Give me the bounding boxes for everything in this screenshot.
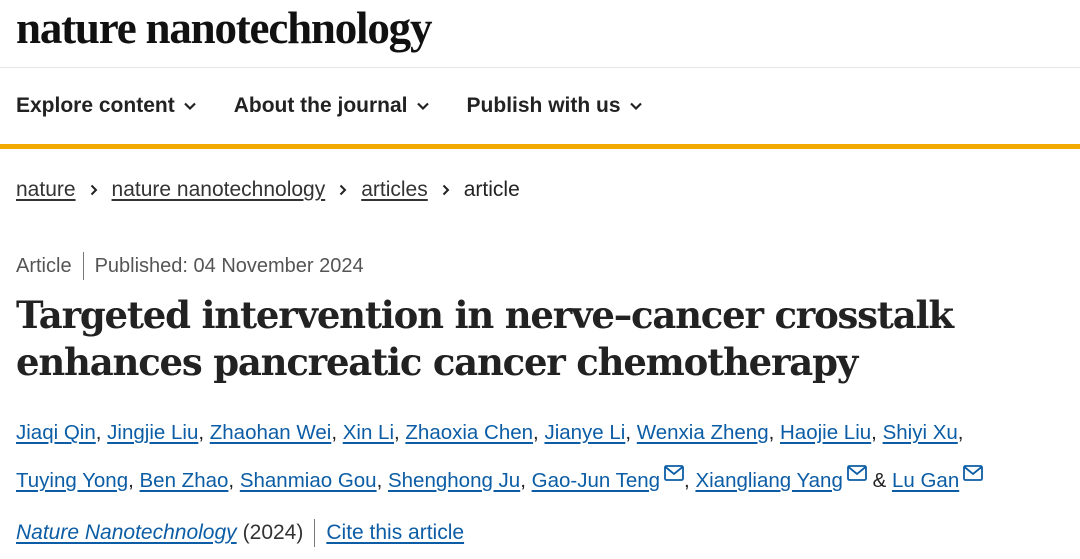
breadcrumb-link-nature[interactable]: nature xyxy=(16,176,76,204)
authors-and: & xyxy=(872,469,887,492)
author-link[interactable]: Xin Li xyxy=(343,421,394,444)
citation-divider xyxy=(314,519,316,547)
article-title-line-1: Targeted intervention in nerve–cancer cr… xyxy=(16,293,954,337)
chevron-down-icon xyxy=(183,99,197,113)
chevron-right-icon xyxy=(88,184,100,196)
author-link[interactable]: Wenxia Zheng xyxy=(637,421,769,444)
author-link[interactable]: Shenghong Ju xyxy=(388,469,520,492)
nav-items: Explore content About the journal Publis… xyxy=(16,92,643,120)
published-date: Published: 04 November 2024 xyxy=(94,255,364,277)
author-link[interactable]: Ben Zhao xyxy=(140,469,229,492)
author-link[interactable]: Shanmiao Gou xyxy=(240,469,377,492)
meta-divider xyxy=(82,252,84,280)
author-link[interactable]: Jianye Li xyxy=(544,421,625,444)
article-title: Targeted intervention in nerve–cancer cr… xyxy=(16,292,1066,386)
site-header: nature nanotechnology xyxy=(0,0,1080,68)
author-link[interactable]: Tuying Yong xyxy=(16,469,128,492)
author-list: Jiaqi Qin, Jingjie Liu, Zhaohan Wei, Xin… xyxy=(16,412,1066,502)
author-link[interactable]: Shiyi Xu xyxy=(883,421,958,444)
author-link[interactable]: Jiaqi Qin xyxy=(16,421,96,444)
nav-explore-content[interactable]: Explore content xyxy=(16,92,197,120)
breadcrumb-link-articles[interactable]: articles xyxy=(361,176,428,204)
email-icon[interactable] xyxy=(664,454,684,481)
main-nav: Explore content About the journal Publis… xyxy=(0,68,1080,149)
chevron-right-icon xyxy=(440,184,452,196)
citation-line: Nature Nanotechnology (2024) Cite this a… xyxy=(16,518,464,548)
author-link[interactable]: Lu Gan xyxy=(892,469,959,492)
nav-publish-with-us-label: Publish with us xyxy=(466,94,621,117)
journal-link[interactable]: Nature Nanotechnology xyxy=(16,518,237,548)
nav-about-journal[interactable]: About the journal xyxy=(234,92,430,120)
breadcrumb-current: article xyxy=(463,178,520,201)
chevron-down-icon xyxy=(416,99,430,113)
article-title-line-2: enhances pancreatic cancer chemotherapy xyxy=(16,340,858,384)
author-link[interactable]: Jingjie Liu xyxy=(107,421,198,444)
journal-logo[interactable]: nature nanotechnology xyxy=(16,2,432,54)
article-meta: Article Published: 04 November 2024 xyxy=(16,252,364,280)
author-link[interactable]: Haojie Liu xyxy=(780,421,871,444)
chevron-down-icon xyxy=(629,99,643,113)
nav-publish-with-us[interactable]: Publish with us xyxy=(467,92,643,120)
author-link[interactable]: Gao-Jun Teng xyxy=(532,469,660,492)
nav-explore-content-label: Explore content xyxy=(16,94,175,117)
breadcrumb-link-journal[interactable]: nature nanotechnology xyxy=(112,176,326,204)
cite-this-article-link[interactable]: Cite this article xyxy=(326,518,464,548)
article-type: Article xyxy=(16,255,72,277)
author-link[interactable]: Xiangliang Yang xyxy=(695,469,842,492)
email-icon[interactable] xyxy=(846,454,867,481)
breadcrumb: nature nature nanotechnology articles ar… xyxy=(16,176,520,204)
chevron-right-icon xyxy=(337,184,349,196)
nav-about-journal-label: About the journal xyxy=(233,94,408,117)
author-link[interactable]: Zhaohan Wei xyxy=(210,421,332,444)
author-link[interactable]: Zhaoxia Chen xyxy=(405,421,533,444)
email-icon[interactable] xyxy=(963,454,984,481)
publication-year: (2024) xyxy=(242,521,304,544)
